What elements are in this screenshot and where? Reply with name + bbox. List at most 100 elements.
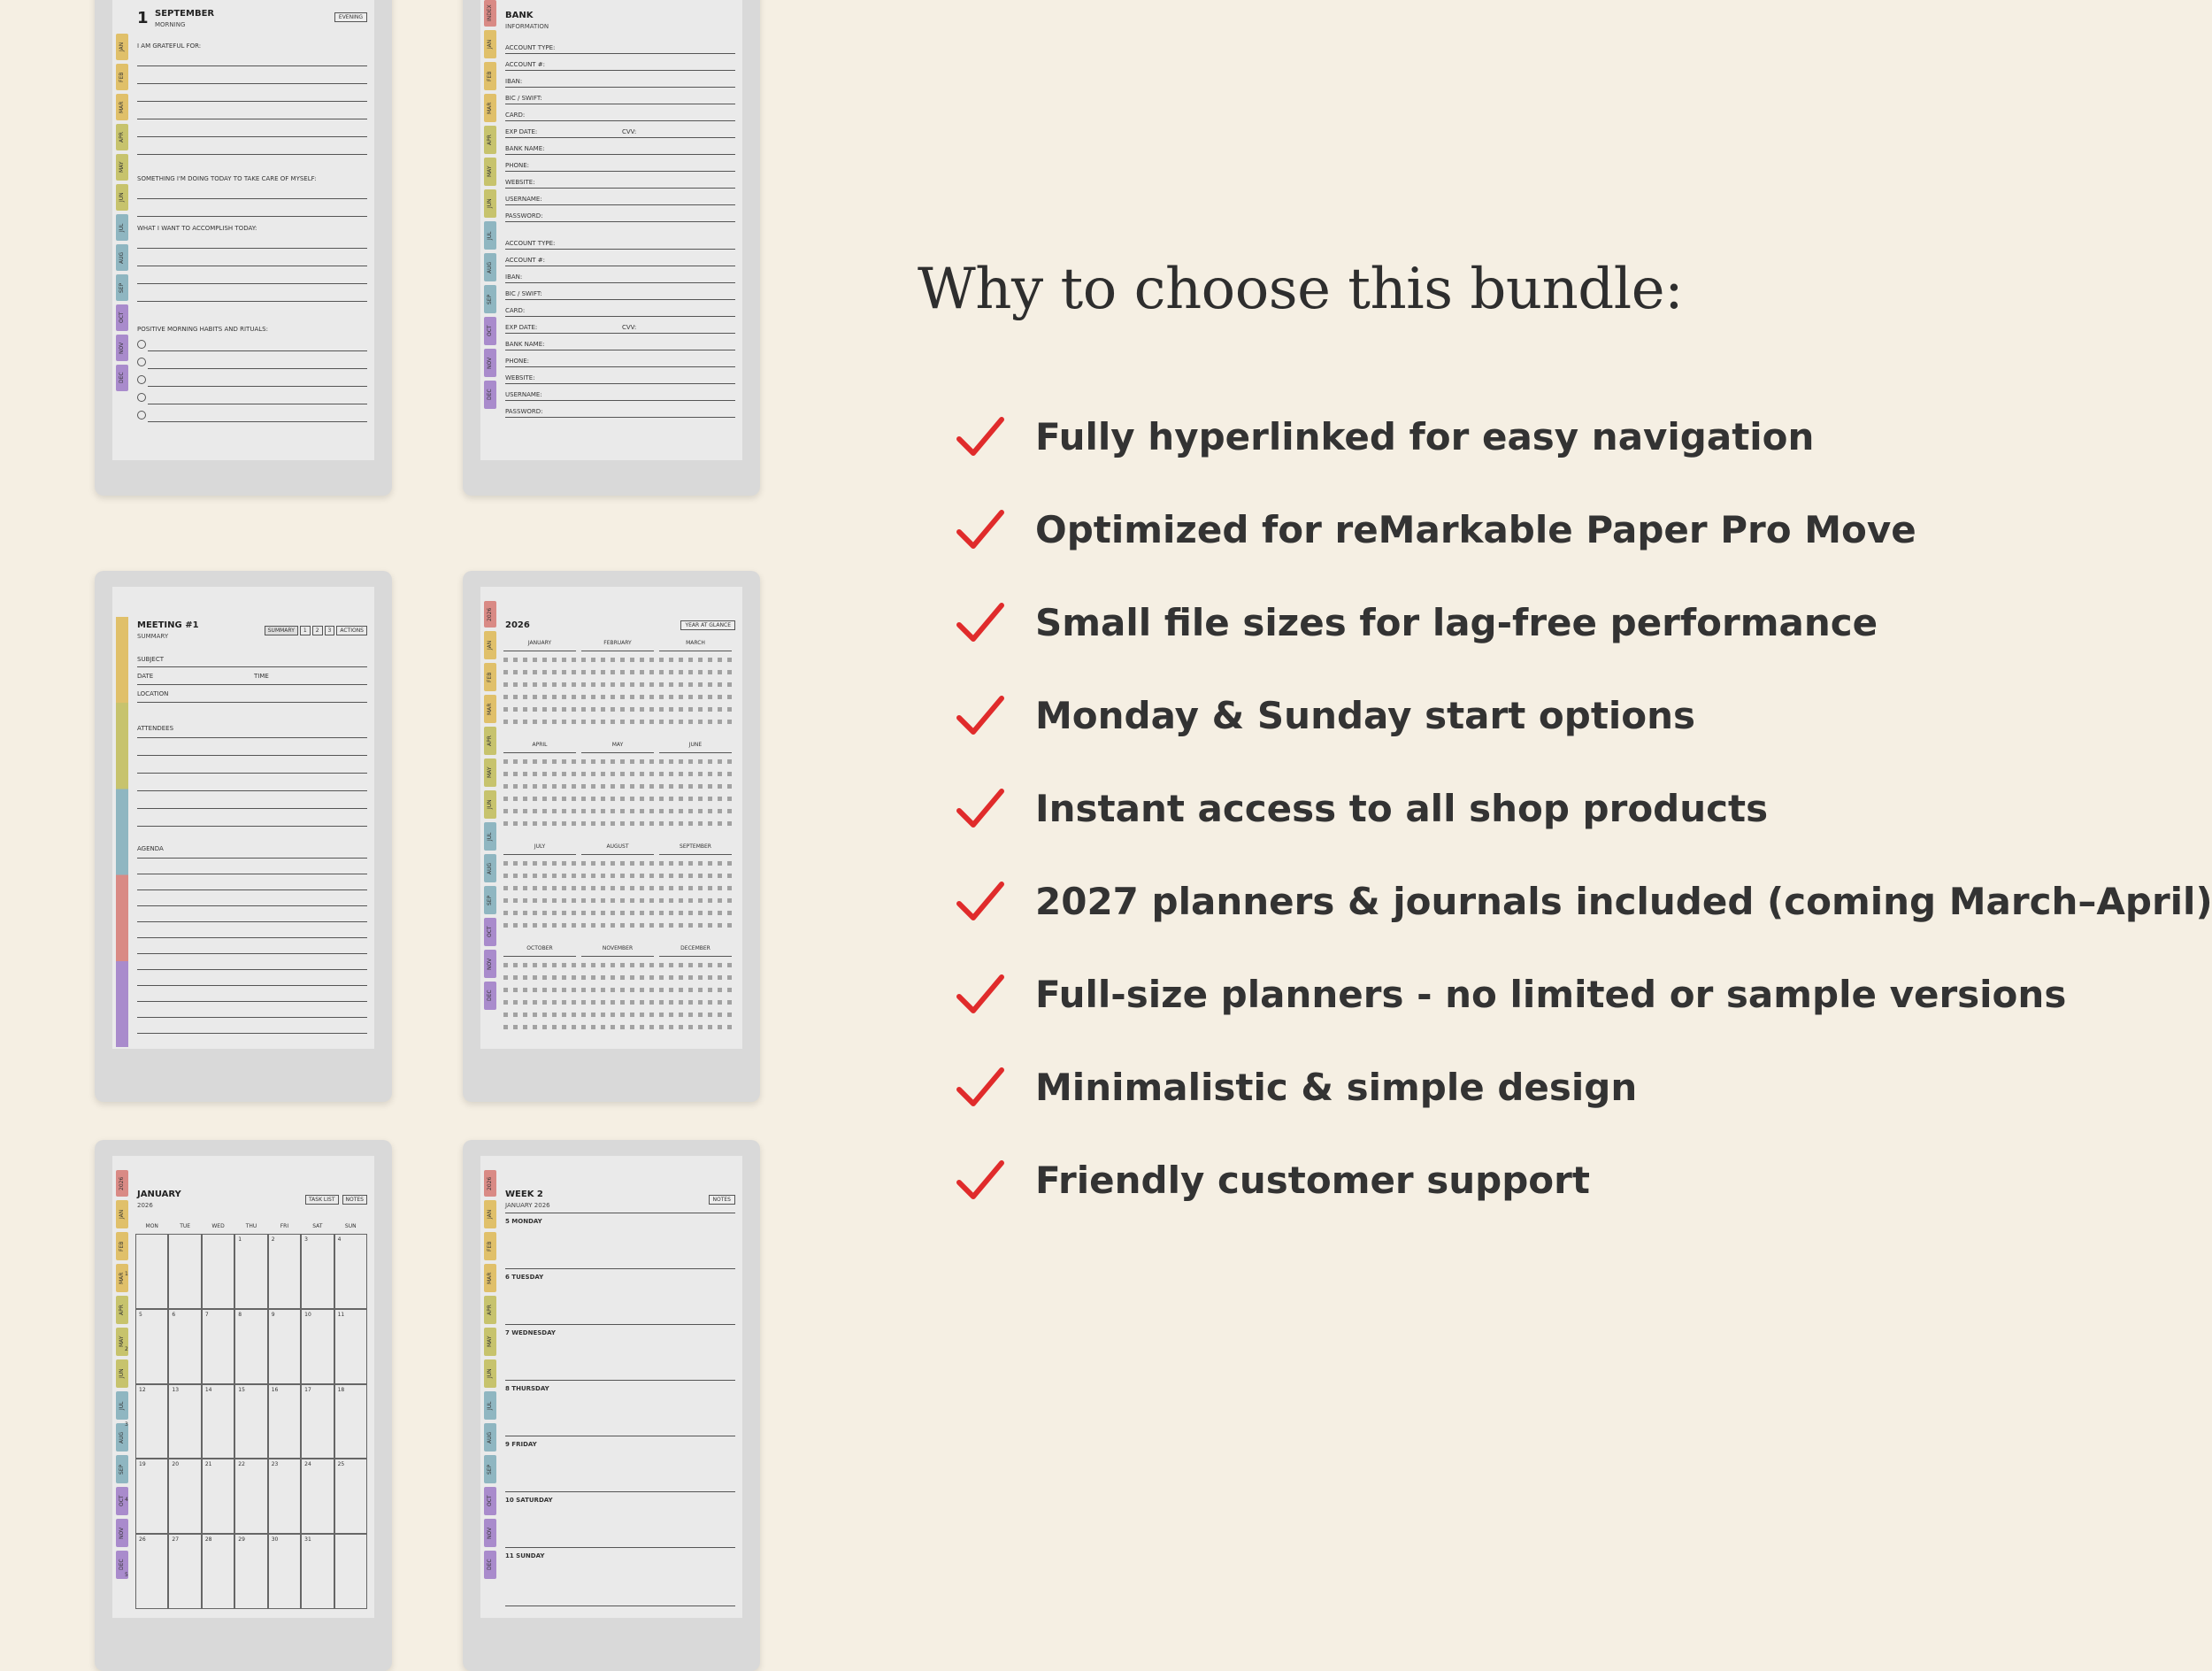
- day-cell[interactable]: 13: [168, 1383, 202, 1459]
- day-cell[interactable]: 21: [201, 1459, 235, 1535]
- day-cell[interactable]: 24: [301, 1459, 334, 1535]
- month-tab-jan[interactable]: JAN: [484, 30, 496, 58]
- day-cell[interactable]: 12: [135, 1383, 169, 1459]
- day-cell[interactable]: 25: [334, 1459, 367, 1535]
- habit-checkbox[interactable]: [137, 375, 146, 384]
- month-tab-jul[interactable]: JUL: [116, 214, 128, 241]
- month-tab-jan[interactable]: JAN: [484, 1200, 496, 1228]
- month-tab-mar[interactable]: MAR: [484, 1264, 496, 1292]
- evening-button[interactable]: EVENING: [334, 12, 367, 22]
- month-tab-dec[interactable]: DEC: [484, 381, 496, 409]
- month-tab-jan[interactable]: JAN: [116, 34, 128, 60]
- day-cell[interactable]: 7: [201, 1308, 235, 1384]
- month-tab-mar[interactable]: MAR: [116, 1264, 128, 1292]
- month-tab-may[interactable]: MAY: [116, 154, 128, 181]
- day-cell[interactable]: 14: [201, 1383, 235, 1459]
- day-cell[interactable]: [201, 1234, 235, 1309]
- day-cell[interactable]: 17: [301, 1383, 334, 1459]
- day-cell[interactable]: 5: [135, 1308, 169, 1384]
- month-tab-nov[interactable]: NOV: [484, 1519, 496, 1547]
- month-tab-dec[interactable]: DEC: [484, 982, 496, 1010]
- month-tab-feb[interactable]: FEB: [116, 64, 128, 90]
- day-cell[interactable]: 31: [301, 1534, 334, 1609]
- month-tab-nov[interactable]: NOV: [116, 1519, 128, 1547]
- month-tab-may[interactable]: MAY: [484, 158, 496, 186]
- month-tab-jul[interactable]: JUL: [484, 822, 496, 851]
- day-cell[interactable]: 10: [301, 1308, 334, 1384]
- day-cell[interactable]: [168, 1234, 202, 1309]
- month-tab-jul[interactable]: JUL: [116, 1391, 128, 1420]
- meeting-2-button[interactable]: 2: [311, 626, 323, 635]
- month-tab-apr[interactable]: APR: [484, 1296, 496, 1324]
- month-tab-aug[interactable]: AUG: [484, 854, 496, 882]
- habit-checkbox[interactable]: [137, 411, 146, 420]
- task-list-button[interactable]: TASK LIST: [304, 1195, 339, 1205]
- day-cell[interactable]: [135, 1234, 169, 1309]
- month-tab-jun[interactable]: JUN: [116, 184, 128, 211]
- day-cell[interactable]: 18: [334, 1383, 367, 1459]
- month-tab-jun[interactable]: JUN: [484, 1359, 496, 1388]
- notes-button[interactable]: NOTES: [342, 1195, 367, 1205]
- day-cell[interactable]: 8: [234, 1308, 268, 1384]
- day-cell[interactable]: 19: [135, 1459, 169, 1535]
- summary-button[interactable]: SUMMARY: [264, 626, 298, 635]
- year-tab[interactable]: INDEX: [484, 0, 496, 27]
- month-tab-feb[interactable]: FEB: [484, 1232, 496, 1260]
- day-cell[interactable]: 2: [267, 1234, 302, 1309]
- month-tab-jan[interactable]: JAN: [116, 1200, 128, 1228]
- day-cell[interactable]: 4: [334, 1234, 367, 1309]
- month-tab-nov[interactable]: NOV: [484, 950, 496, 978]
- month-tab-sep[interactable]: SEP: [484, 1455, 496, 1483]
- day-cell[interactable]: 30: [267, 1534, 302, 1609]
- month-tab-feb[interactable]: FEB: [116, 1232, 128, 1260]
- month-tab-sep[interactable]: SEP: [484, 285, 496, 313]
- month-tab-oct[interactable]: OCT: [484, 1487, 496, 1515]
- day-cell[interactable]: 3: [301, 1234, 334, 1309]
- month-tab-aug[interactable]: AUG: [484, 1423, 496, 1452]
- month-tab-feb[interactable]: FEB: [484, 62, 496, 90]
- month-tab-apr[interactable]: APR: [484, 727, 496, 755]
- month-tab-aug[interactable]: AUG: [116, 244, 128, 271]
- habit-checkbox[interactable]: [137, 340, 146, 349]
- month-tab-aug[interactable]: AUG: [484, 253, 496, 281]
- year-tab[interactable]: 2026: [484, 601, 496, 628]
- month-tab-dec[interactable]: DEC: [116, 365, 128, 391]
- day-cell[interactable]: 23: [267, 1459, 302, 1535]
- habit-checkbox[interactable]: [137, 393, 146, 402]
- month-tab-nov[interactable]: NOV: [484, 349, 496, 377]
- month-tab-mar[interactable]: MAR: [484, 695, 496, 723]
- day-cell[interactable]: 28: [201, 1534, 235, 1609]
- year-tab[interactable]: 2026: [116, 1170, 128, 1197]
- day-cell[interactable]: 16: [267, 1383, 302, 1459]
- actions-button[interactable]: ACTIONS: [336, 626, 367, 635]
- meeting-1-button[interactable]: 1: [299, 626, 311, 635]
- day-cell[interactable]: 6: [168, 1308, 202, 1384]
- month-tab-feb[interactable]: FEB: [484, 663, 496, 691]
- meeting-3-button[interactable]: 3: [324, 626, 335, 635]
- month-tab-jul[interactable]: JUL: [484, 221, 496, 250]
- month-tab-mar[interactable]: MAR: [116, 94, 128, 120]
- month-tab-may[interactable]: MAY: [484, 1328, 496, 1356]
- day-cell[interactable]: 11: [334, 1308, 367, 1384]
- month-tab-jun[interactable]: JUN: [484, 189, 496, 218]
- month-tab-jan[interactable]: JAN: [484, 631, 496, 659]
- day-cell[interactable]: 27: [168, 1534, 202, 1609]
- month-tab-jun[interactable]: JUN: [484, 790, 496, 819]
- month-tab-apr[interactable]: APR: [484, 126, 496, 154]
- month-tab-apr[interactable]: APR: [116, 1296, 128, 1324]
- month-tab-jun[interactable]: JUN: [116, 1359, 128, 1388]
- day-cell[interactable]: 1: [234, 1234, 268, 1309]
- notes-button[interactable]: NOTES: [708, 1195, 735, 1205]
- day-cell[interactable]: 20: [168, 1459, 202, 1535]
- month-tab-may[interactable]: MAY: [484, 758, 496, 787]
- month-tab-apr[interactable]: APR: [116, 124, 128, 150]
- day-cell[interactable]: 15: [234, 1383, 268, 1459]
- month-tab-dec[interactable]: DEC: [484, 1551, 496, 1579]
- month-tab-nov[interactable]: NOV: [116, 335, 128, 361]
- habit-checkbox[interactable]: [137, 358, 146, 366]
- day-cell[interactable]: 9: [267, 1308, 302, 1384]
- year-at-glance-button[interactable]: YEAR AT GLANCE: [680, 620, 735, 630]
- month-tab-sep[interactable]: SEP: [484, 886, 496, 914]
- month-tab-oct[interactable]: OCT: [116, 304, 128, 331]
- month-tab-jul[interactable]: JUL: [484, 1391, 496, 1420]
